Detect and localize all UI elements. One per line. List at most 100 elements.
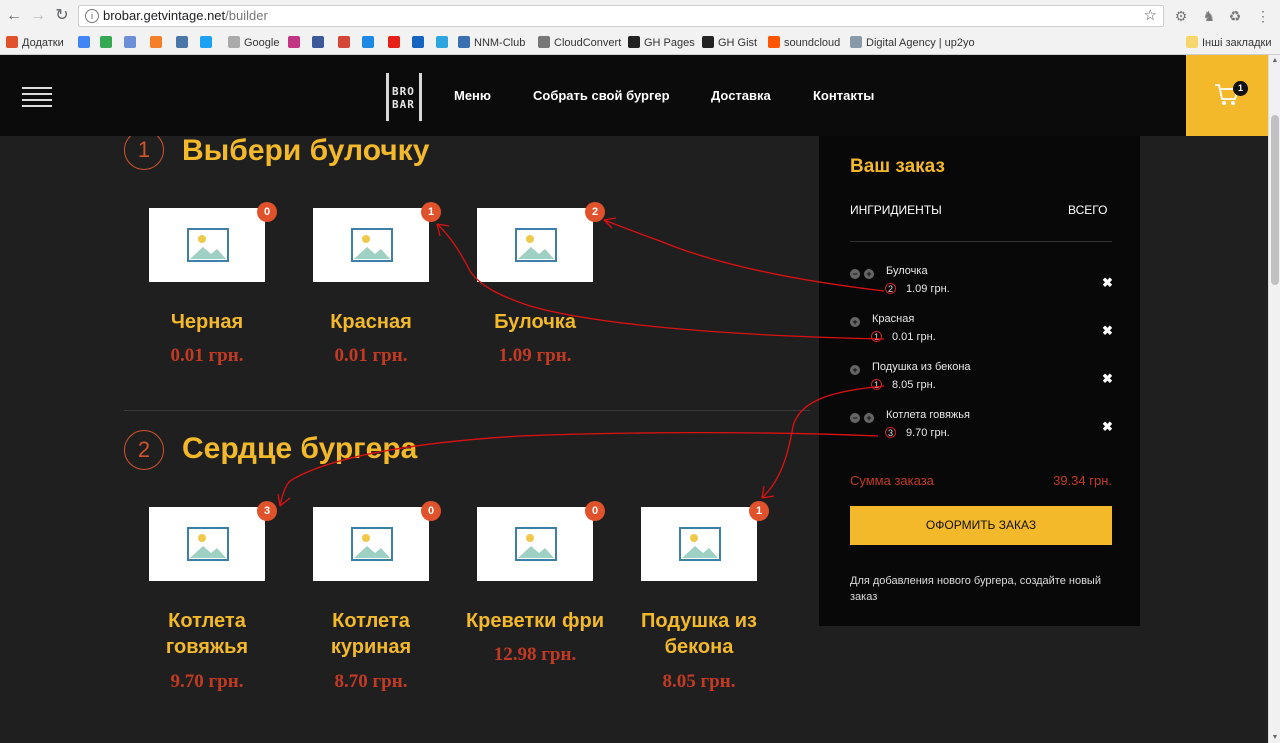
section-number: 2	[124, 430, 164, 470]
image-placeholder-icon	[351, 527, 393, 561]
bookmark-item[interactable]	[124, 36, 140, 50]
bookmark-item[interactable]: GH Gist	[702, 36, 757, 50]
cart-count-badge: 1	[1233, 81, 1248, 96]
bookmark-icon	[436, 36, 448, 48]
brobar-logo[interactable]: BRO BAR	[384, 73, 424, 121]
bookmark-item[interactable]: Додатки	[6, 36, 64, 50]
address-bar[interactable]: i brobar.getvintage.net/builder ☆	[78, 5, 1164, 27]
order-line-count: 2	[885, 283, 896, 294]
page-scrollbar[interactable]: ▲ ▼	[1268, 55, 1280, 743]
bookmark-item[interactable]	[362, 36, 378, 50]
bookmark-item[interactable]	[436, 36, 452, 50]
decrease-icon[interactable]: −	[850, 269, 860, 279]
bookmark-icon	[458, 36, 470, 48]
order-line-name: Булочка	[886, 265, 928, 277]
order-note: Для добавления нового бургера, создайте …	[850, 575, 1101, 603]
nav-link-contacts[interactable]: Контакты	[813, 88, 874, 103]
ingredient-image[interactable]	[477, 208, 593, 282]
other-bookmarks[interactable]: Інші закладки	[1186, 36, 1271, 50]
order-line-count: 3	[885, 427, 896, 438]
forward-arrow-icon[interactable]: →	[28, 6, 48, 26]
reload-icon[interactable]: ↻	[52, 6, 72, 26]
bookmark-icon	[362, 36, 374, 48]
bookmark-item[interactable]: Google	[228, 36, 279, 50]
bookmark-item[interactable]: soundcloud	[768, 36, 840, 50]
bookmark-item[interactable]: GH Pages	[628, 36, 695, 50]
bookmark-item[interactable]	[388, 36, 404, 50]
bookmark-item[interactable]	[200, 36, 216, 50]
bookmark-item[interactable]	[412, 36, 428, 50]
ingredient-name: Котлета куриная	[330, 610, 412, 658]
extension-icon[interactable]: ♻	[1226, 7, 1244, 25]
bookmark-item[interactable]	[100, 36, 116, 50]
scroll-up-icon[interactable]: ▲	[1270, 57, 1280, 64]
order-line-count: 1	[871, 379, 882, 390]
ingredient-image[interactable]	[313, 208, 429, 282]
nav-link-menu[interactable]: Меню	[454, 88, 491, 103]
ingredient-image[interactable]	[149, 507, 265, 581]
image-placeholder-icon	[351, 228, 393, 262]
order-panel: Ваш заказ ИНГРИДИЕНТЫ ВСЕГО − + Булочка 2 1.…	[819, 136, 1140, 626]
quantity-badge: 1	[421, 202, 441, 222]
extension-icon[interactable]: ♞	[1200, 7, 1218, 25]
bookmark-icon	[412, 36, 424, 48]
ingredient-image[interactable]	[477, 507, 593, 581]
browser-menu-icon[interactable]: ⋮	[1254, 7, 1272, 25]
back-arrow-icon[interactable]: ←	[4, 6, 24, 26]
scrollbar-thumb[interactable]	[1271, 115, 1279, 285]
bookmark-label: CloudConvert	[554, 37, 622, 49]
bookmark-label: GH Pages	[644, 37, 695, 49]
nav-link-builder[interactable]: Собрать свой бургер	[533, 88, 670, 103]
order-divider	[850, 241, 1112, 242]
url-path: /builder	[225, 8, 268, 23]
order-sum-label: Сумма заказа	[850, 473, 934, 488]
remove-icon[interactable]: ✖	[1102, 419, 1113, 435]
ingredient-name: Подушка из бекона	[641, 610, 757, 658]
section-number: 1	[124, 136, 164, 170]
ingredient-image[interactable]	[149, 208, 265, 282]
increase-icon[interactable]: +	[850, 317, 860, 327]
bookmark-item[interactable]	[312, 36, 328, 50]
ingredient-image[interactable]	[313, 507, 429, 581]
bookmark-item[interactable]	[338, 36, 354, 50]
bookmark-icon	[200, 36, 212, 48]
folder-icon	[1186, 36, 1198, 48]
increase-icon[interactable]: +	[864, 269, 874, 279]
bookmark-label: GH Gist	[718, 37, 758, 49]
bookmark-item[interactable]	[78, 36, 94, 50]
cart-button[interactable]: 1	[1186, 55, 1268, 136]
order-line-price: 1.09 грн.	[906, 283, 950, 295]
decrease-icon[interactable]: −	[850, 413, 860, 423]
bookmark-star-icon[interactable]: ☆	[1144, 6, 1157, 26]
image-placeholder-icon	[187, 527, 229, 561]
increase-icon[interactable]: +	[850, 365, 860, 375]
image-placeholder-icon	[679, 527, 721, 561]
extension-icon[interactable]: ⚙	[1172, 7, 1190, 25]
nav-link-delivery[interactable]: Доставка	[711, 88, 771, 103]
knife-icon	[419, 73, 422, 121]
annotation-arrowhead	[761, 485, 775, 499]
remove-icon[interactable]: ✖	[1102, 323, 1113, 339]
bookmark-item[interactable]	[150, 36, 166, 50]
checkout-button[interactable]: ОФОРМИТЬ ЗАКАЗ	[850, 506, 1112, 545]
bookmark-item[interactable]: NNM-Club	[458, 36, 525, 50]
hamburger-menu-icon[interactable]	[22, 87, 52, 107]
annotation-arrowhead	[603, 217, 617, 229]
bookmark-item[interactable]	[288, 36, 304, 50]
section-divider	[124, 410, 810, 411]
remove-icon[interactable]: ✖	[1102, 371, 1113, 387]
bookmark-item[interactable]	[176, 36, 192, 50]
ingredient-image[interactable]	[641, 507, 757, 581]
scroll-down-icon[interactable]: ▼	[1270, 734, 1280, 741]
increase-icon[interactable]: +	[864, 413, 874, 423]
order-line: + Красная 1 0.01 грн. ✖	[850, 313, 1120, 353]
quantity-badge: 0	[585, 501, 605, 521]
bookmark-icon	[312, 36, 324, 48]
bookmark-item[interactable]: Digital Agency | up2yo	[850, 36, 975, 50]
bookmark-icon	[850, 36, 862, 48]
info-icon[interactable]: i	[85, 9, 99, 23]
remove-icon[interactable]: ✖	[1102, 275, 1113, 291]
order-line-count: 1	[871, 331, 882, 342]
bookmark-label: Додатки	[22, 37, 64, 49]
bookmark-item[interactable]: CloudConvert	[538, 36, 621, 50]
